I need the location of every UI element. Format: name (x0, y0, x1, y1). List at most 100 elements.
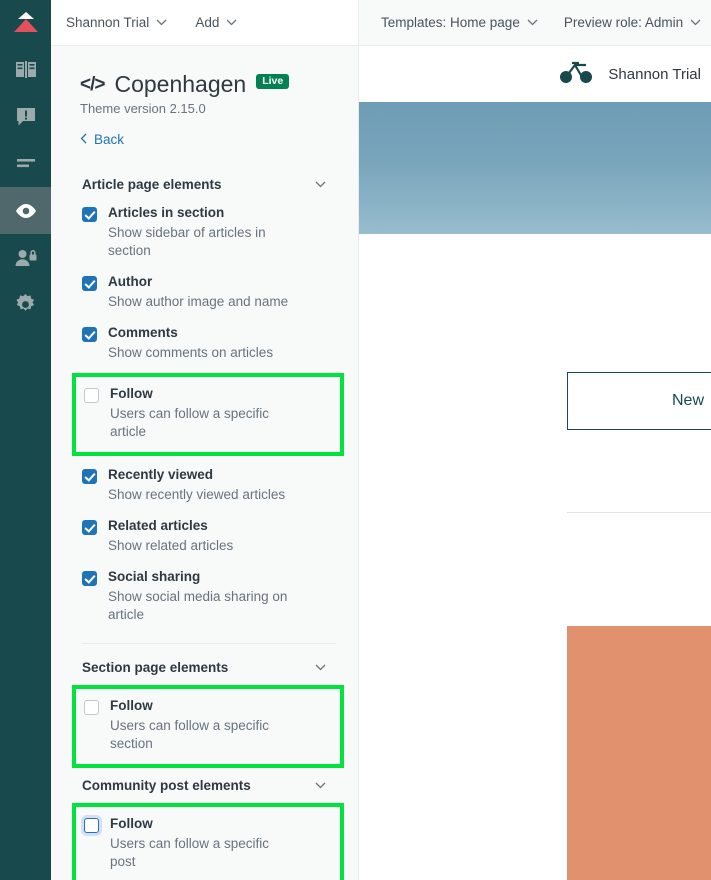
option-label: Recently viewed (108, 467, 214, 483)
option-text: Social sharing Show social media sharing … (108, 569, 296, 624)
chevron-down-icon (156, 19, 167, 26)
checkbox-comments[interactable] (82, 327, 97, 343)
theme-version-label: Theme version 2.15.0 (80, 101, 206, 117)
preview-content-block (567, 626, 711, 880)
highlighted-option-row[interactable]: Follow Users can follow a specific articl… (72, 373, 344, 457)
option-text: Follow Users can follow a specific sectio… (110, 698, 298, 753)
templates-dropdown[interactable]: Templates: Home page (381, 15, 538, 30)
checkbox-recently-viewed[interactable] (82, 469, 97, 485)
option-label: Follow (110, 386, 153, 402)
chevron-down-icon (315, 664, 326, 671)
brand-menu[interactable]: Shannon Trial (66, 15, 167, 30)
option-label: Comments (108, 325, 178, 341)
section-header[interactable]: Section page elements (80, 654, 338, 681)
option-description: Show comments on articles (108, 345, 274, 361)
list-lines-icon (15, 157, 37, 171)
user-lock-icon (14, 248, 38, 267)
product-topbar: Shannon Trial Add (51, 0, 358, 46)
theme-settings-panel: Shannon Trial Add </> Copenhagen Live Th… (51, 0, 359, 880)
checkbox-social-sharing[interactable] (82, 571, 97, 587)
eye-icon (14, 203, 38, 219)
option-label: Follow (110, 816, 153, 832)
zendesk-logo-icon[interactable] (0, 0, 51, 46)
checkbox-follow[interactable] (84, 388, 99, 404)
option-label: Articles in section (108, 205, 225, 221)
theme-header: </> Copenhagen Live Theme version 2.15.0… (51, 46, 358, 149)
option-description: Show social media sharing on article (108, 589, 288, 623)
preview-stage: Shannon Trial New (359, 46, 711, 880)
sidebar-item-announcements[interactable] (0, 93, 51, 140)
chevron-down-icon (690, 19, 701, 26)
preview-site-name: Shannon Trial (608, 65, 701, 83)
theme-preview-pane: Templates: Home page Preview role: Admin (359, 0, 711, 880)
preview-promo-card[interactable]: New (567, 372, 711, 430)
option-text: Recently viewed Show recently viewed arti… (108, 467, 285, 504)
highlighted-option-row[interactable]: Follow Users can follow a specific post (72, 803, 344, 880)
chevron-down-icon (315, 181, 326, 188)
option-description: Show recently viewed articles (108, 487, 286, 503)
option-row[interactable]: Articles in section Show sidebar of artic… (80, 198, 338, 267)
templates-dropdown-label: Templates: Home page (381, 15, 520, 30)
option-description: Users can follow a specific article (110, 406, 270, 440)
option-text: Articles in section Show sidebar of artic… (108, 205, 296, 260)
sidebar-item-knowledge-base[interactable] (0, 46, 51, 93)
preview-role-dropdown-label: Preview role: Admin (563, 15, 684, 30)
option-description: Show sidebar of articles in section (108, 225, 266, 259)
option-row[interactable]: Related articles Show related articles (80, 511, 338, 562)
sidebar-item-arrange-content[interactable] (0, 140, 51, 187)
highlighted-option-row[interactable]: Follow Users can follow a specific sectio… (72, 685, 344, 769)
preview-toolbar: Templates: Home page Preview role: Admin (359, 0, 711, 46)
bicycle-logo-icon (559, 60, 595, 89)
announcement-icon (15, 106, 37, 127)
preview-hero-image (359, 102, 711, 234)
checkbox-follow[interactable] (84, 818, 99, 834)
option-text: Follow Users can follow a specific post (110, 816, 298, 871)
status-badge: Live (256, 73, 290, 90)
option-row[interactable]: Comments Show comments on articles (80, 318, 338, 369)
checkbox-related-articles[interactable] (82, 520, 97, 536)
sidebar-item-preview-theme[interactable] (0, 187, 51, 234)
option-label: Related articles (108, 518, 208, 534)
gear-icon (15, 294, 36, 315)
chevron-left-icon (80, 132, 87, 147)
option-description: Users can follow a specific section (110, 718, 270, 752)
option-text: Author Show author image and name (108, 274, 288, 311)
section-header[interactable]: Community post elements (80, 772, 338, 799)
option-description: Users can follow a specific post (110, 836, 270, 870)
option-row[interactable]: Author Show author image and name (80, 267, 338, 318)
theme-settings-screen: Shannon Trial Add </> Copenhagen Live Th… (0, 0, 711, 880)
section-header-label: Article page elements (82, 177, 222, 193)
page-title: Copenhagen (114, 71, 247, 97)
option-row[interactable]: Recently viewed Show recently viewed arti… (80, 460, 338, 511)
preview-role-dropdown[interactable]: Preview role: Admin (564, 15, 701, 30)
checkbox-articles-in-section[interactable] (82, 207, 97, 223)
back-label: Back (94, 132, 125, 148)
global-nav-rail (0, 0, 51, 880)
chevron-down-icon (527, 19, 538, 26)
back-button[interactable]: Back (80, 132, 124, 147)
option-label: Social sharing (108, 569, 201, 585)
add-menu[interactable]: Add (195, 15, 237, 30)
section-header-label: Section page elements (82, 660, 229, 676)
option-text: Follow Users can follow a specific articl… (110, 386, 298, 441)
panel-scroll-body: </> Copenhagen Live Theme version 2.15.0… (51, 46, 358, 880)
code-brackets-icon: </> (80, 74, 106, 96)
brand-menu-label: Shannon Trial (66, 15, 150, 30)
preview-divider (567, 512, 711, 513)
section-divider (82, 643, 336, 645)
sidebar-item-settings[interactable] (0, 281, 51, 328)
chevron-down-icon (226, 19, 237, 26)
preview-site-header: Shannon Trial (359, 46, 711, 102)
checkbox-follow[interactable] (84, 700, 99, 716)
section-header[interactable]: Article page elements (80, 171, 338, 198)
checkbox-author[interactable] (82, 276, 97, 292)
section-header-label: Community post elements (82, 778, 251, 794)
preview-promo-card-text: New (671, 392, 704, 409)
chevron-down-icon (315, 782, 326, 789)
option-label: Author (108, 274, 153, 290)
option-row[interactable]: Social sharing Show social media sharing … (80, 562, 338, 631)
guide-book-icon (15, 60, 37, 80)
add-menu-label: Add (195, 15, 220, 30)
sidebar-item-user-permissions[interactable] (0, 234, 51, 281)
settings-sections: Article page elements Articles in section… (51, 171, 358, 880)
